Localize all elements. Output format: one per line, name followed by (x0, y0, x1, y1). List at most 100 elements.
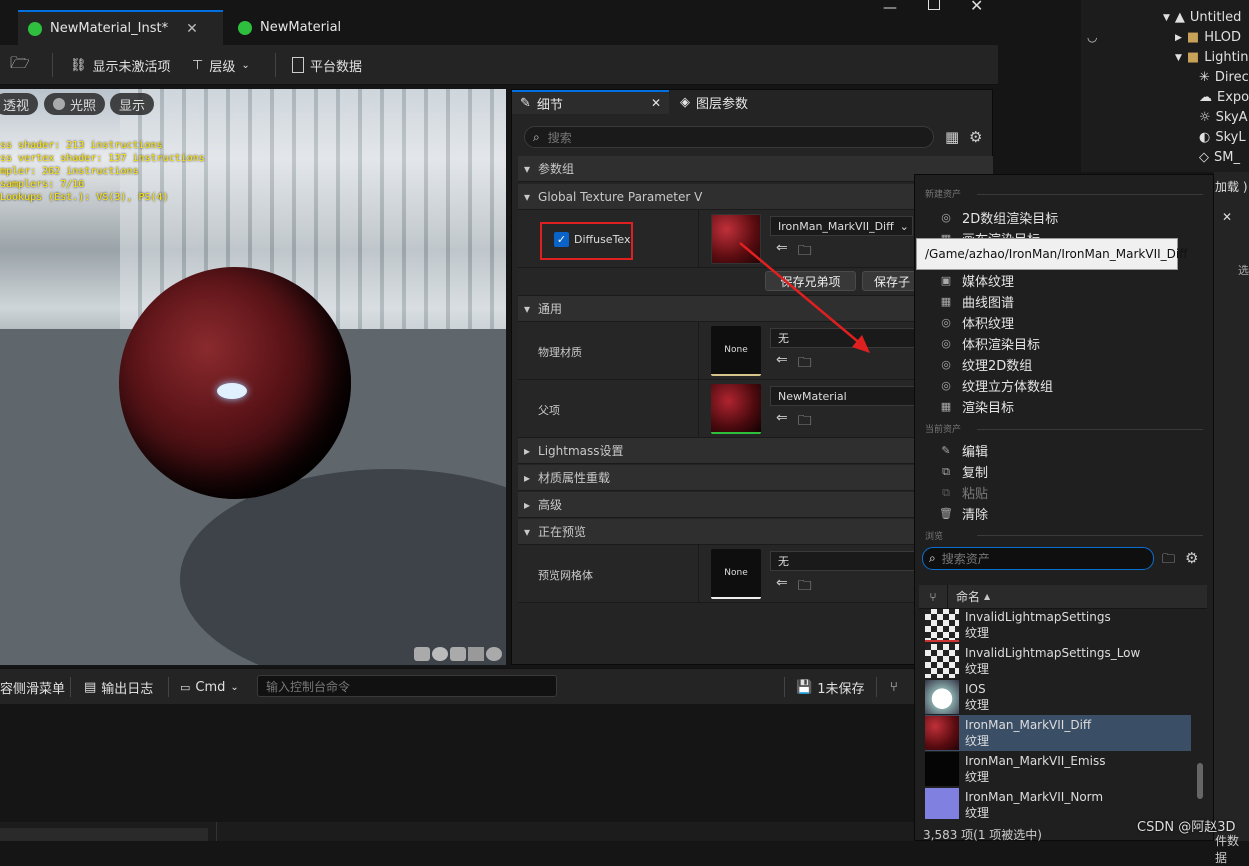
chevron-down-icon: ⌄ (241, 59, 250, 71)
menu-label: 复制 (962, 466, 989, 481)
gear-icon[interactable]: ⚙ (1185, 549, 1198, 567)
list-item[interactable]: InvalidLightmapSettings 纹理 (925, 609, 1191, 643)
close-icon[interactable]: ✕ (1222, 210, 1232, 224)
toolbar: 🗁 ⛓ 显示未激活项 ⊤ 层级 ⌄ 平台数据 (0, 45, 998, 85)
folder-icon[interactable]: 🗀 (1162, 550, 1175, 572)
param-enable-checkbox[interactable]: ✓ (554, 232, 569, 247)
chevron-down-icon: ⌄ (899, 219, 909, 233)
output-log-button[interactable]: ▤ 输出日志 (84, 669, 153, 705)
show-label: 显示 (119, 98, 146, 114)
column-name-header[interactable]: 命名 (948, 588, 980, 605)
eye-icon[interactable]: ◡ (1087, 30, 1097, 44)
list-item-selected[interactable]: IronMan_MarkVII_Diff 纹理 (925, 715, 1191, 751)
preview-sphere (119, 267, 351, 499)
menu-item-2d-array-rt[interactable]: ◎ 2D数组渲染目标 (939, 208, 1058, 227)
show-inactive-label: 显示未激活项 (92, 59, 171, 75)
cube-icon[interactable] (468, 647, 484, 661)
outliner-item-skylight[interactable]: ◐ SkyL (1199, 130, 1246, 145)
close-tab-icon[interactable]: ✕ (186, 21, 198, 37)
menu-item-paste[interactable]: ⧉ 粘贴 (939, 483, 988, 503)
outliner-label: Expo (1217, 90, 1249, 105)
branch-icon[interactable]: ⑂ (919, 590, 947, 604)
divider (275, 53, 276, 77)
tab-material[interactable]: NewMaterial (228, 10, 378, 45)
outliner-item-skyatmo[interactable]: ☼ SkyA (1199, 110, 1248, 125)
preview-mesh-value: 无 (778, 555, 789, 568)
browse-button[interactable]: 🗁 (10, 45, 30, 85)
preview-viewport[interactable]: 透视 光照 显示 ss shader: 213 instructions ss … (0, 89, 506, 665)
show-button[interactable]: 显示 (110, 93, 155, 115)
browse-asset-icon[interactable]: 🗀 (798, 410, 812, 434)
chevron-down-icon: ▼ (1175, 52, 1182, 63)
table-view-icon[interactable]: ▦ (945, 128, 959, 146)
outliner-item-untitled[interactable]: ▼ ▲ Untitled (1163, 10, 1241, 25)
tab-details[interactable]: ✎ 细节 ✕ (512, 90, 669, 114)
list-item[interactable]: IronMan_MarkVII_Emiss 纹理 (925, 751, 1191, 787)
unsaved-button[interactable]: 💾 1未保存 (796, 669, 864, 705)
menu-item-texture-2d-array[interactable]: ◎ 纹理2D数组 (939, 355, 1032, 374)
list-item[interactable]: IOS 纹理 (925, 679, 1191, 715)
asset-name: InvalidLightmapSettings_Low (965, 646, 1141, 660)
menu-item-volume-rt[interactable]: ◎ 体积渲染目标 (939, 334, 1040, 353)
teapot-icon[interactable] (486, 647, 502, 661)
outliner-label: Lightin (1204, 50, 1249, 65)
tab-layer-params[interactable]: ◈ 图层参数 (672, 90, 756, 114)
outliner-item-hlod[interactable]: ▶ ■ HLOD (1175, 30, 1241, 45)
section-label: Global Texture Parameter V (538, 189, 703, 204)
skylight-icon: ◐ (1199, 130, 1211, 145)
scrollbar-thumb[interactable] (1197, 763, 1203, 799)
section-label: 正在预览 (538, 525, 587, 539)
lit-button[interactable]: 光照 (44, 93, 106, 115)
sphere-icon[interactable] (432, 647, 448, 661)
source-control-button[interactable]: ⑂ (890, 669, 898, 705)
asset-thumbnail (925, 752, 959, 786)
use-selected-icon[interactable]: ⇐ (776, 410, 788, 434)
minimize-icon[interactable]: — (883, 0, 897, 16)
outliner-item-exposure[interactable]: ☁ Expo (1199, 90, 1249, 105)
hierarchy-button[interactable]: ⊤ 层级 ⌄ (192, 45, 250, 85)
maximize-icon[interactable] (928, 0, 940, 10)
menu-item-clear[interactable]: 🗑 清除 (939, 504, 988, 523)
asset-name: InvalidLightmapSettings (965, 610, 1111, 624)
side-fragment: 件数据 (1215, 834, 1240, 865)
console-input[interactable]: 输入控制台命令 (257, 675, 557, 697)
preview-mesh-combo[interactable]: 无 (770, 551, 930, 571)
platform-data-button[interactable]: 平台数据 (292, 45, 362, 85)
texture-picker-combo[interactable]: IronMan_MarkVII_Diff ⌄ (770, 216, 913, 236)
menu-item-edit[interactable]: ✎ 编辑 (939, 441, 988, 460)
asset-search-input[interactable]: ⌕ 搜索资产 (922, 547, 1154, 570)
status-strip (0, 822, 914, 841)
tab-layer-params-label: 图层参数 (696, 96, 749, 112)
close-icon[interactable]: ✕ (651, 96, 661, 110)
stat-line: samplers: 7/16 (0, 179, 85, 190)
layers-icon: ◈ (680, 94, 690, 110)
content-drawer-button[interactable]: 容侧滑菜单 (0, 669, 65, 705)
details-search-input[interactable]: ⌕ 搜索 (524, 126, 934, 148)
parent-label: 父项 (538, 404, 560, 417)
browse-asset-icon[interactable]: 🗀 (798, 575, 812, 599)
cmd-dropdown[interactable]: ▭ Cmd ⌄ (180, 669, 239, 705)
list-item[interactable]: InvalidLightmapSettings_Low 纹理 (925, 643, 1191, 679)
preview-mesh-thumbnail[interactable]: None (711, 549, 761, 599)
menu-item-texture-cube-array[interactable]: ◎ 纹理立方体数组 (939, 376, 1053, 395)
close-window-icon[interactable]: ✕ (970, 0, 983, 15)
cylinder-icon[interactable] (414, 647, 430, 661)
plane-icon[interactable] (450, 647, 466, 661)
use-selected-icon[interactable]: ⇐ (776, 575, 788, 599)
list-item[interactable]: IronMan_MarkVII_Norm 纹理 (925, 787, 1191, 819)
divider (168, 677, 169, 697)
menu-item-curve-atlas[interactable]: ▦ 曲线图谱 (939, 292, 1014, 311)
tab-material-instance[interactable]: NewMaterial_Inst* ✕ (18, 10, 223, 45)
perspective-button[interactable]: 透视 (0, 93, 39, 115)
menu-item-copy[interactable]: ⧉ 复制 (939, 462, 989, 482)
outliner-item-sm[interactable]: ◇ SM_ (1199, 150, 1240, 165)
gear-icon[interactable]: ⚙ (969, 128, 982, 146)
outliner-item-lighting[interactable]: ▼ ■ Lightin (1175, 50, 1249, 65)
menu-item-render-target[interactable]: ▦ 渲染目标 (939, 397, 1014, 416)
show-inactive-button[interactable]: ⛓ 显示未激活项 (70, 45, 171, 85)
parent-combo[interactable]: NewMaterial (770, 386, 930, 406)
parent-thumbnail[interactable] (711, 384, 761, 434)
menu-item-media-texture[interactable]: ▣ 媒体纹理 (939, 271, 1014, 290)
outliner-item-directional[interactable]: ✳ Direc (1199, 70, 1249, 85)
menu-item-volume-texture[interactable]: ◎ 体积纹理 (939, 313, 1014, 332)
